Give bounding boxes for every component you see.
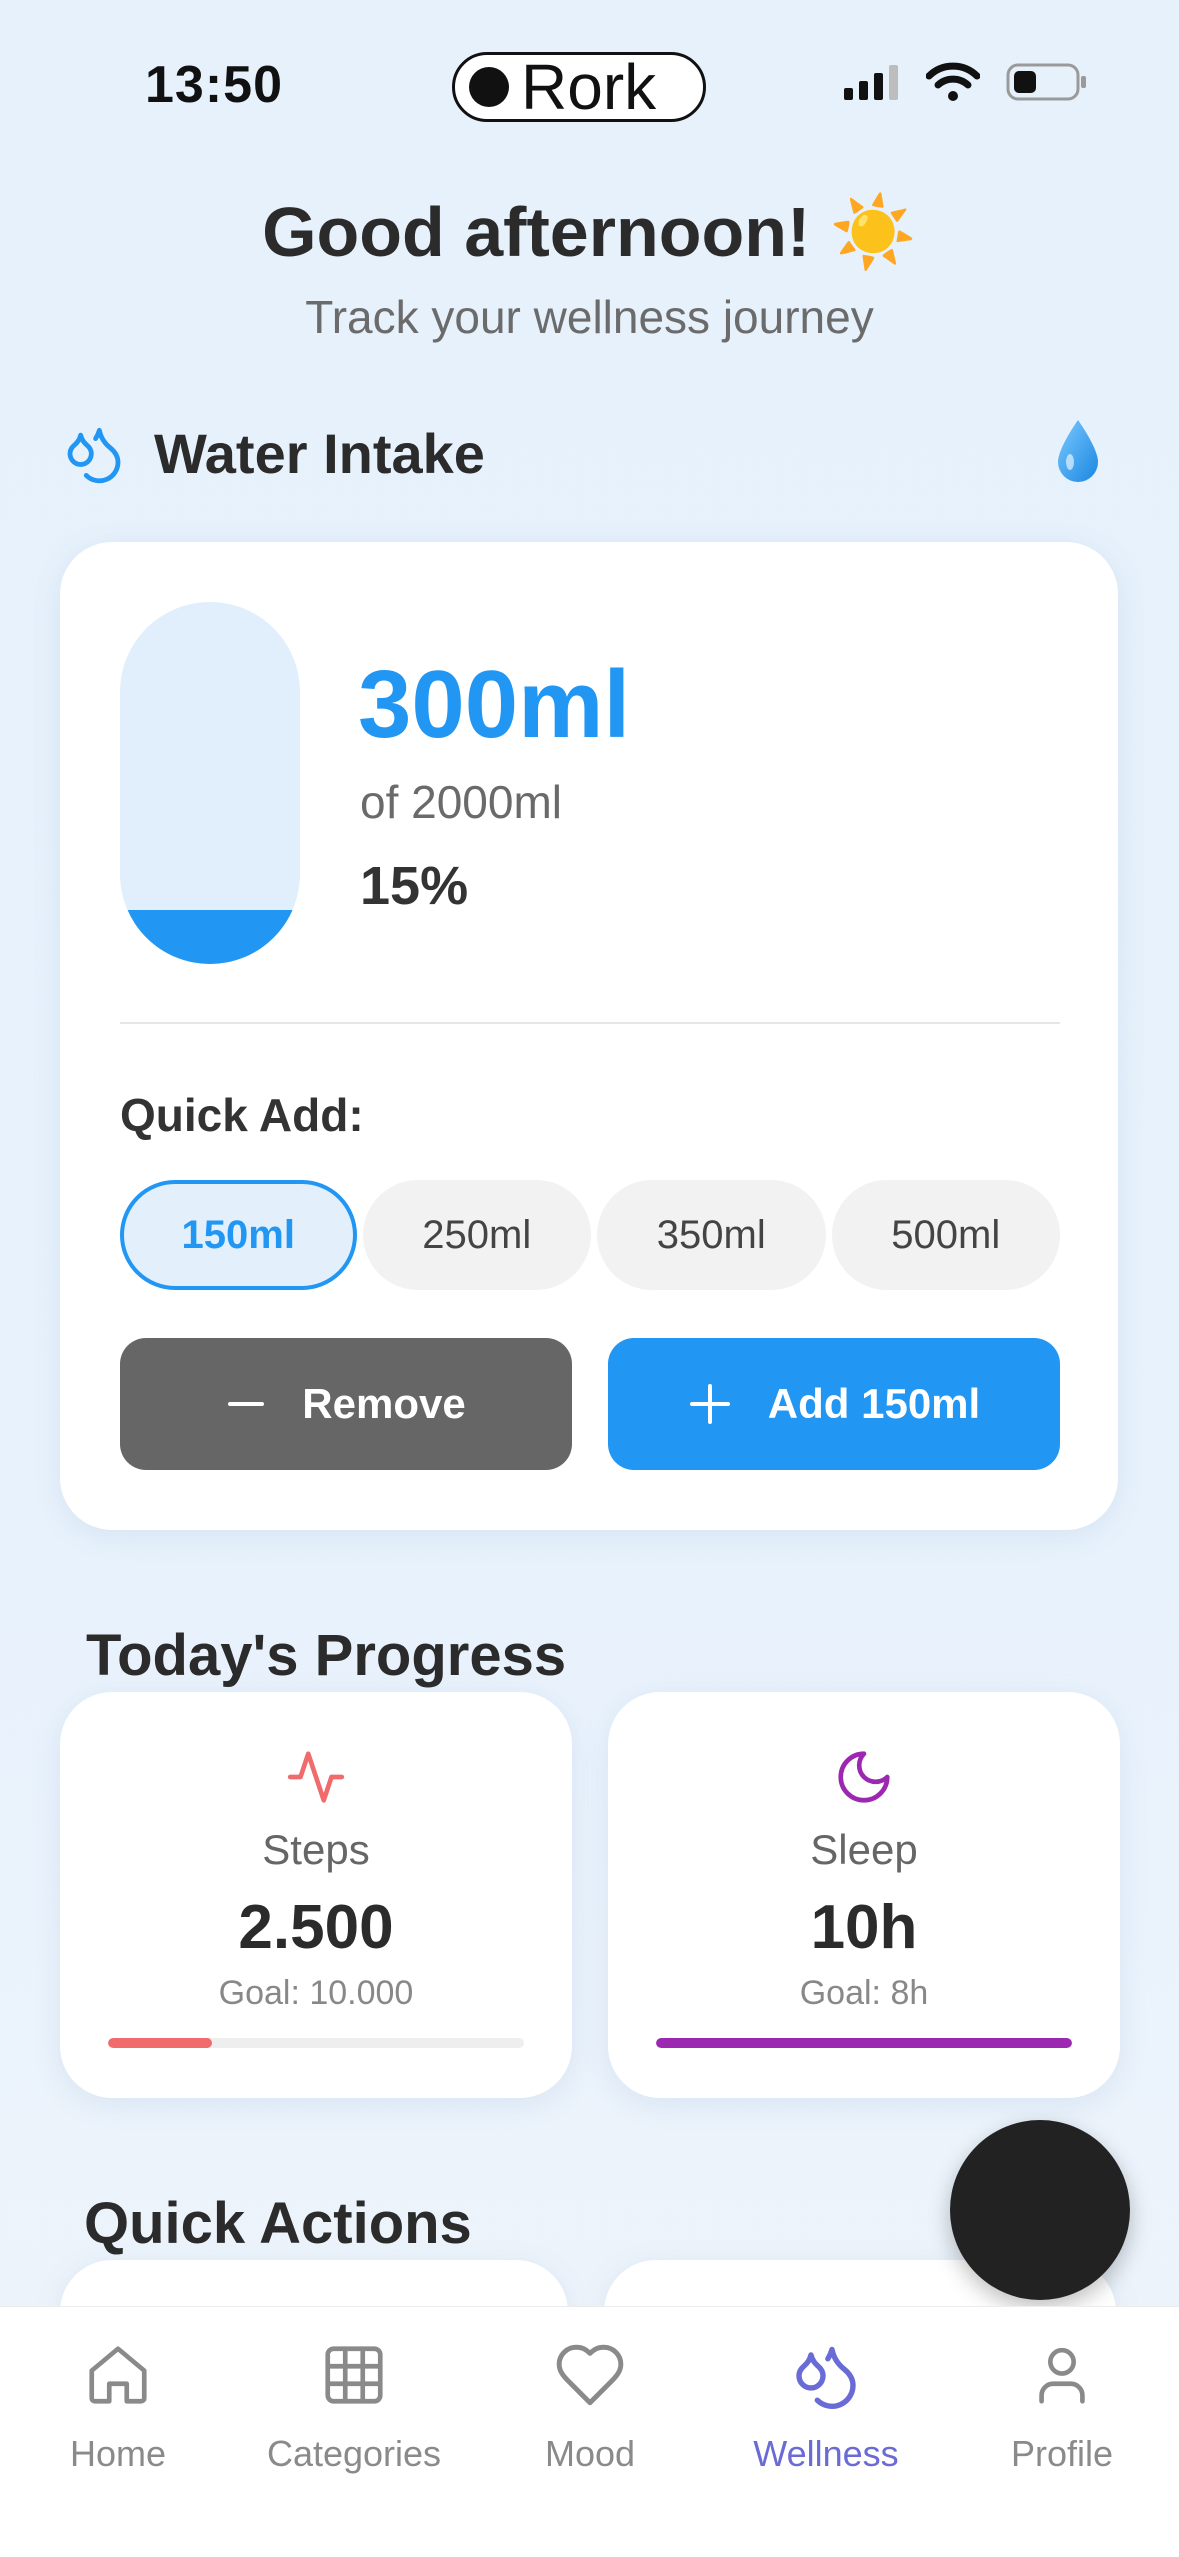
- quick-actions-title: Quick Actions: [84, 2191, 472, 2256]
- quick-add-option-250[interactable]: 250ml: [362, 1180, 591, 1290]
- water-bottle-gauge: [120, 602, 300, 964]
- sleep-label: Sleep: [810, 1826, 918, 1873]
- water-section-header: Water Intake: [62, 418, 1102, 488]
- tab-categories-label: Categories: [266, 2433, 442, 2474]
- add-button-label: Add 150ml: [767, 1380, 981, 1427]
- tab-bar: Home Categories Mood Wellness Profile: [0, 2306, 1179, 2557]
- tab-mood-label: Mood: [544, 2433, 636, 2474]
- app-pill: Rork: [452, 52, 706, 122]
- tab-mood[interactable]: Mood: [472, 2307, 708, 2507]
- heart-icon: [556, 2344, 624, 2406]
- home-icon: [89, 2346, 147, 2404]
- steps-progress-bar: [108, 2038, 524, 2048]
- tab-profile[interactable]: Profile: [944, 2307, 1179, 2507]
- divider: [120, 1022, 1060, 1024]
- quick-add-option-500[interactable]: 500ml: [831, 1180, 1060, 1290]
- steps-label: Steps: [262, 1826, 370, 1873]
- sleep-progress-fill: [656, 2038, 1072, 2048]
- sleep-card[interactable]: Sleep 10h Goal: 8h: [608, 1692, 1120, 2098]
- water-percent: 15%: [360, 856, 469, 916]
- progress-section-title: Today's Progress: [86, 1623, 567, 1688]
- tab-home[interactable]: Home: [0, 2307, 236, 2507]
- sleep-value: 10h: [810, 1893, 918, 1962]
- quick-add-options: 150ml 250ml 350ml 500ml: [120, 1180, 1060, 1290]
- water-section-title: Water Intake: [154, 421, 485, 485]
- minus-icon: [226, 1384, 266, 1424]
- tab-wellness[interactable]: Wellness: [708, 2307, 944, 2507]
- steps-goal: Goal: 10.000: [218, 1974, 414, 2012]
- activity-icon: [287, 1751, 345, 1803]
- battery-icon: [1006, 63, 1086, 101]
- steps-progress-fill: [108, 2038, 212, 2048]
- greeting-subtitle: Track your wellness journey: [305, 291, 874, 343]
- remove-button[interactable]: Remove: [120, 1338, 572, 1470]
- grid-icon: [325, 2346, 383, 2404]
- wifi-icon: [926, 62, 980, 101]
- water-current: 300ml: [358, 651, 631, 758]
- remove-button-label: Remove: [302, 1380, 466, 1427]
- water-bottle-fill: [120, 909, 300, 964]
- add-water-button[interactable]: Add 150ml: [608, 1338, 1060, 1470]
- greeting-title: Good afternoon! ☀️: [262, 193, 917, 271]
- tab-categories[interactable]: Categories: [236, 2307, 472, 2507]
- status-icons: [842, 62, 1088, 102]
- tab-profile-label: Profile: [1010, 2433, 1114, 2474]
- sleep-progress-bar: [656, 2038, 1072, 2048]
- app-pill-label: Rork: [521, 51, 657, 123]
- user-icon: [1039, 2347, 1085, 2404]
- steps-card[interactable]: Steps 2.500 Goal: 10.000: [60, 1692, 572, 2098]
- record-dot-icon: [469, 67, 509, 107]
- water-goal: of 2000ml: [360, 776, 563, 828]
- quick-add-label: Quick Add:: [120, 1089, 364, 1141]
- tab-home-label: Home: [69, 2433, 167, 2474]
- steps-value: 2.500: [238, 1893, 394, 1962]
- moon-icon: [838, 1751, 890, 1803]
- floating-action-button[interactable]: [950, 2120, 1130, 2300]
- water-drop-icon: [1058, 420, 1098, 482]
- status-time: 13:50: [145, 56, 283, 114]
- plus-icon: [688, 1382, 732, 1426]
- signal-icon: [844, 65, 898, 100]
- quick-add-option-150[interactable]: 150ml: [120, 1180, 357, 1290]
- droplets-icon: [796, 2346, 856, 2409]
- sleep-goal: Goal: 8h: [799, 1974, 929, 2012]
- droplets-icon: [67, 427, 121, 484]
- tab-wellness-label: Wellness: [753, 2433, 899, 2474]
- quick-add-option-350[interactable]: 350ml: [597, 1180, 826, 1290]
